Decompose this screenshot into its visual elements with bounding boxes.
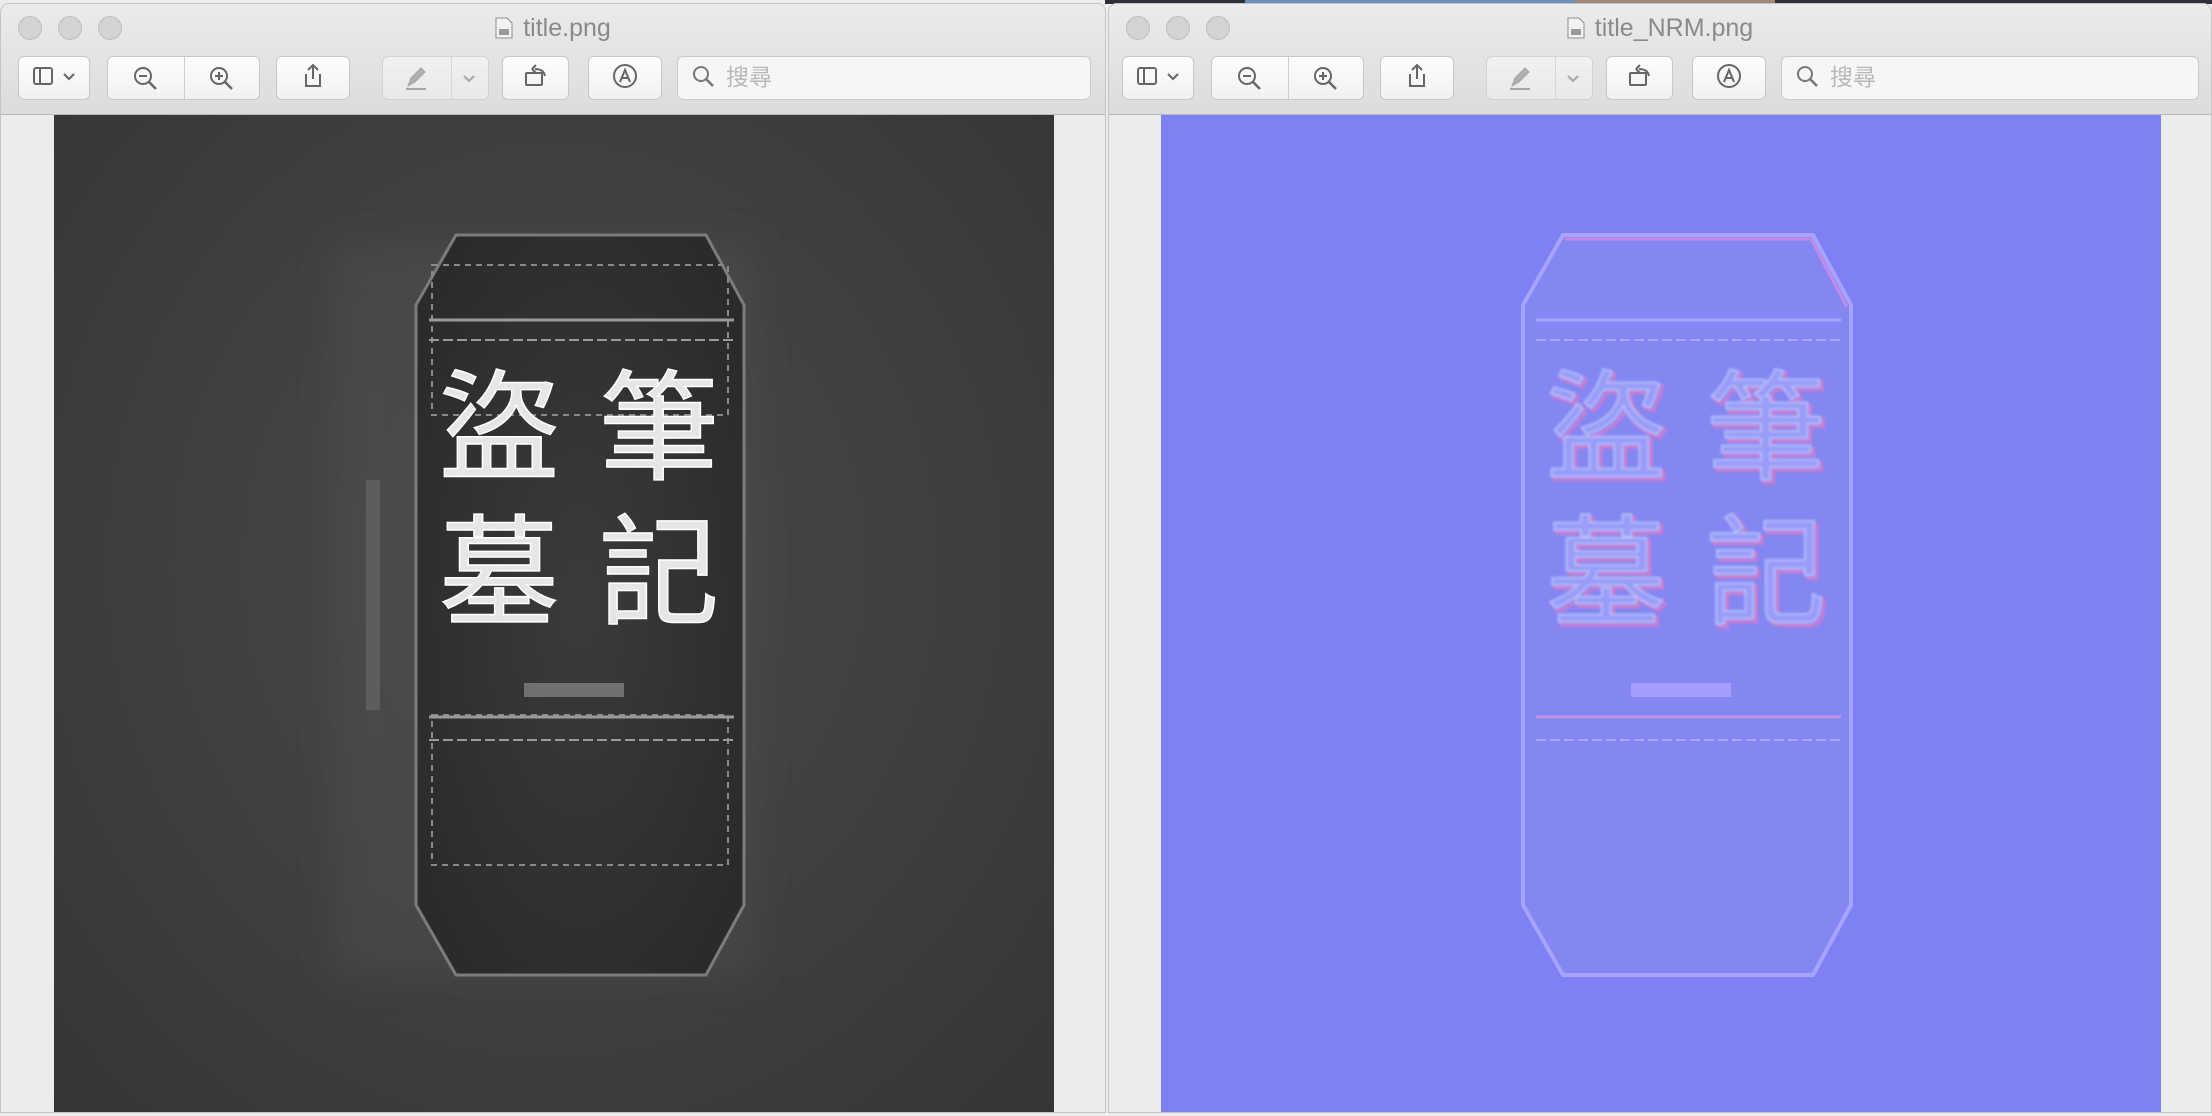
sidebar-toggle-icon [1135,61,1165,96]
markup-pen-icon [1505,63,1535,98]
toolbar [1,54,1105,102]
annotate-button[interactable] [588,56,662,100]
window-title: title.png [1,14,1105,43]
emblem-glyph: 記 [1706,505,1826,644]
image-canvas: 盜 盜 墓 墓 筆 筆 記 記 [1161,115,2161,1112]
preview-window-left: title.png 搜尋 盜 墓 筆 記 [0,3,1106,1113]
preview-window-right: title_NRM.png 搜尋 盜 盜 墓 墓 筆 筆 記 記 [1108,3,2212,1113]
zoom-in-icon[interactable] [1310,63,1340,98]
share-button[interactable] [1380,56,1454,100]
sidebar-toggle-button[interactable] [18,56,90,100]
normal-map-emblem-image: 盜 盜 墓 墓 筆 筆 記 記 [1521,233,1853,977]
search-field[interactable] [677,56,1091,100]
sidebar-toggle-button[interactable] [1122,56,1194,100]
window-title-text: title_NRM.png [1594,14,1754,42]
search-field[interactable] [1781,56,2199,100]
toolbar [1109,54,2211,102]
window-title: title_NRM.png [1109,14,2211,43]
zoom-in-icon[interactable] [206,63,236,98]
chevron-down-icon [461,63,477,98]
search-input[interactable] [1828,64,2132,92]
share-icon [1402,61,1432,96]
emblem-glyph: 記 [599,505,719,644]
annotate-button[interactable] [1692,56,1766,100]
chevron-down-icon [61,61,77,96]
rotate-button[interactable] [1606,56,1673,100]
image-viewport[interactable]: 盜 墓 筆 記 [1,115,1105,1112]
zoom-out-icon[interactable] [1234,63,1264,98]
window-titlebar: title_NRM.png [1109,4,2211,115]
search-input[interactable] [724,64,1028,92]
emblem-glyph: 筆 [1706,360,1826,499]
markup-segment[interactable] [1486,56,1593,100]
chevron-down-icon [1565,63,1581,98]
zoom-segment [1211,56,1364,100]
zoom-out-icon[interactable] [130,63,160,98]
document-icon [495,17,513,39]
markup-pen-icon [401,63,431,98]
search-icon [1794,63,1820,94]
share-icon [298,61,328,96]
rotate-button[interactable] [502,56,569,100]
image-canvas: 盜 墓 筆 記 [54,115,1054,1112]
share-button[interactable] [276,56,350,100]
emblem-glyph: 墓 [1546,505,1666,644]
image-viewport[interactable]: 盜 盜 墓 墓 筆 筆 記 記 [1109,115,2211,1112]
rotate-icon [521,61,551,96]
emblem-glyph: 墓 [439,505,559,644]
zoom-segment [107,56,260,100]
annotate-icon [610,61,640,96]
emblem-glyph: 筆 [599,360,719,499]
sidebar-toggle-icon [31,61,61,96]
title-emblem-image: 盜 墓 筆 記 [334,233,754,977]
chevron-down-icon [1165,61,1181,96]
emblem-glyph: 盜 [1546,360,1666,499]
markup-segment[interactable] [382,56,489,100]
search-icon [690,63,716,94]
emblem-glyph: 盜 [439,360,559,499]
window-title-text: title.png [523,14,611,42]
window-titlebar: title.png [1,4,1105,115]
annotate-icon [1714,61,1744,96]
rotate-icon [1625,61,1655,96]
document-icon [1567,17,1585,39]
